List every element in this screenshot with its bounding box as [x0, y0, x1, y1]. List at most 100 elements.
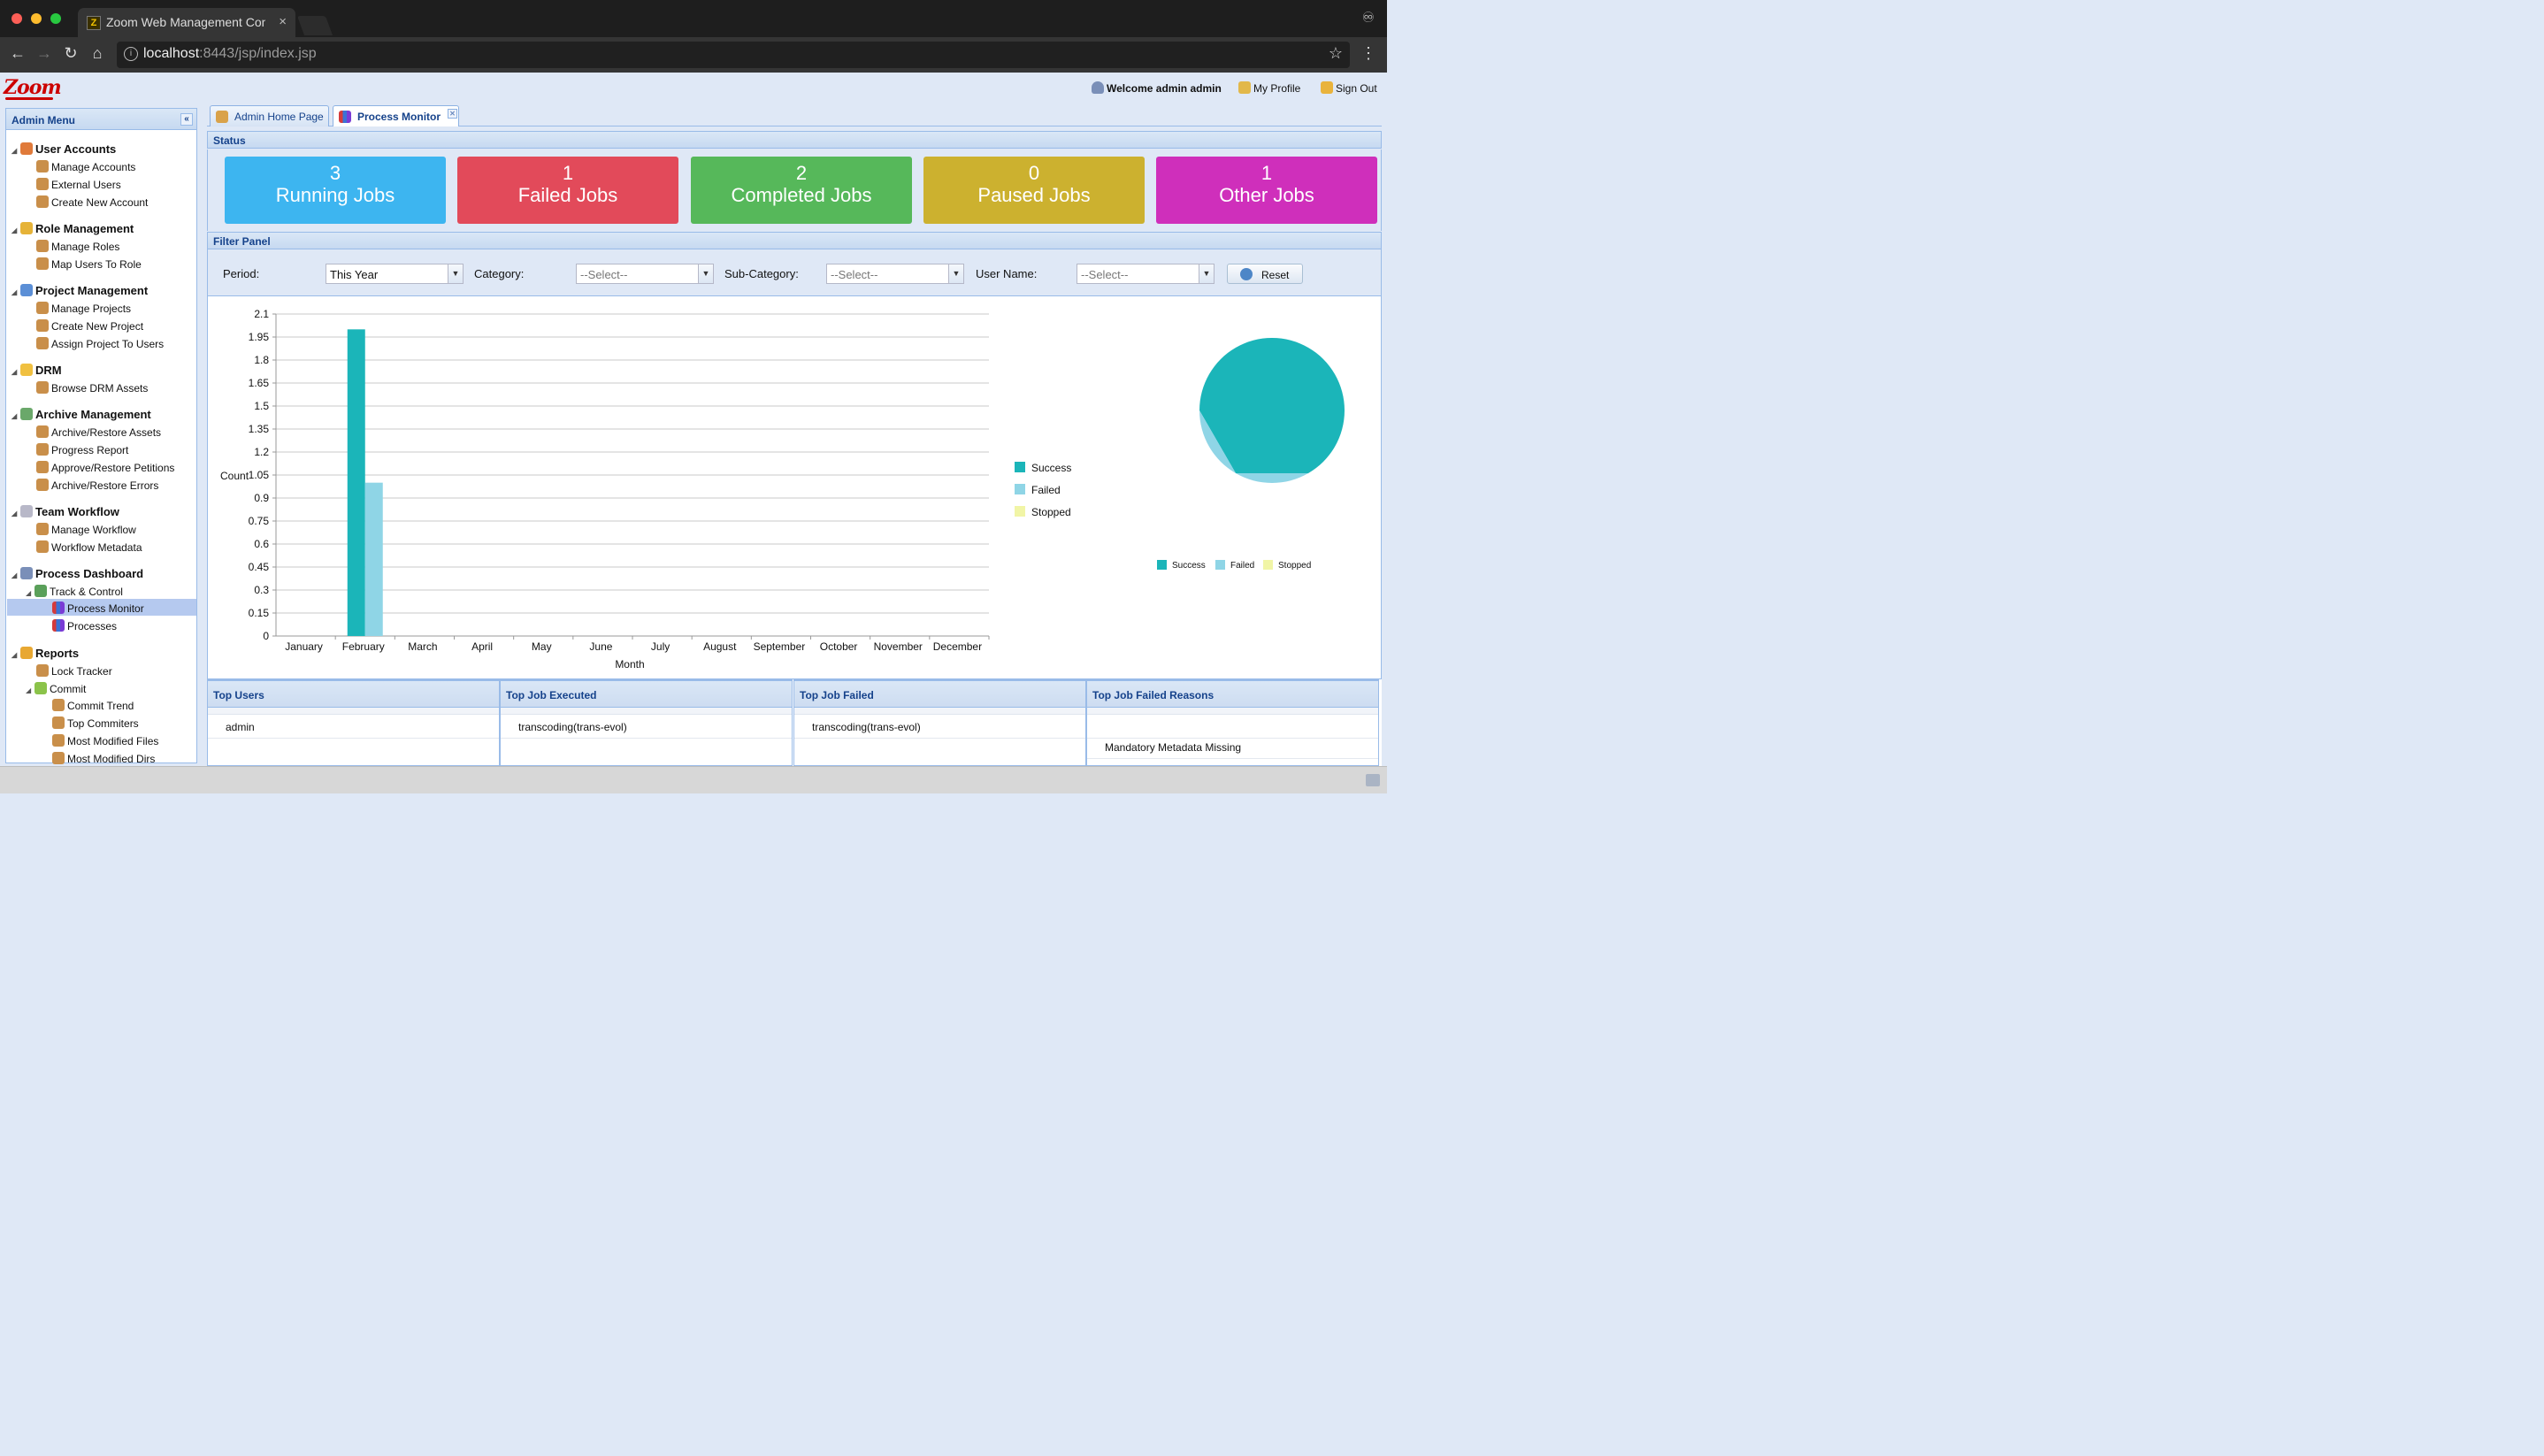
expand-arrow-icon[interactable]: ◢: [11, 142, 20, 160]
status-card-other-jobs[interactable]: 1 Other Jobs: [1156, 157, 1377, 224]
sidebar-item-most-modified-files[interactable]: Most Modified Files: [52, 732, 158, 750]
expand-arrow-icon[interactable]: ◢: [26, 682, 34, 700]
tab-admin-home-page[interactable]: Admin Home Page: [210, 105, 329, 126]
y-tick-label: 1.8: [254, 354, 269, 366]
grid-header[interactable]: Top Job Executed: [501, 681, 792, 708]
sidebar-item-manage-workflow[interactable]: Manage Workflow: [36, 521, 136, 539]
sidebar-item-commit-trend[interactable]: Commit Trend: [52, 697, 134, 715]
grid-header[interactable]: Top Job Failed: [794, 681, 1085, 708]
sidebar-item-create-new-account[interactable]: Create New Account: [36, 194, 148, 211]
sidebar-item-processes[interactable]: Processes: [52, 617, 117, 635]
collapse-menu-button[interactable]: «: [180, 113, 193, 126]
sidebar-item-archive-restore-assets[interactable]: Archive/Restore Assets: [36, 424, 161, 441]
new-tab-button[interactable]: [296, 16, 333, 35]
status-card-count: 3: [329, 162, 341, 184]
status-card-completed-jobs[interactable]: 2 Completed Jobs: [691, 157, 912, 224]
chevron-down-icon[interactable]: ▼: [698, 264, 713, 283]
grid-header[interactable]: Top Job Failed Reasons: [1087, 681, 1378, 708]
y-axis-label: Count: [220, 470, 249, 482]
home-icon[interactable]: ⌂: [87, 44, 108, 63]
maximize-window-button[interactable]: [50, 13, 61, 24]
menu-item-icon: [36, 443, 49, 456]
sidebar-group-process-dashboard[interactable]: ◢ Process Dashboard: [11, 565, 143, 583]
sidebar-group-role-management[interactable]: ◢ Role Management: [11, 220, 134, 238]
status-card-running-jobs[interactable]: 3 Running Jobs: [225, 157, 446, 224]
chevron-down-icon[interactable]: ▼: [948, 264, 963, 283]
site-info-icon[interactable]: i: [124, 47, 138, 61]
period-select[interactable]: This Year ▼: [326, 264, 464, 284]
expand-arrow-icon[interactable]: ◢: [11, 364, 20, 381]
grid-cell[interactable]: transcoding(trans-evol): [518, 721, 627, 733]
bar-success-february: [347, 329, 365, 636]
tab-process-monitor[interactable]: Process Monitor ✕: [333, 105, 459, 126]
close-tab-icon[interactable]: ×: [279, 14, 287, 29]
subcategory-select[interactable]: --Select-- ▼: [826, 264, 964, 284]
minimize-window-button[interactable]: [31, 13, 42, 24]
sidebar-item-manage-accounts[interactable]: Manage Accounts: [36, 158, 135, 176]
expand-arrow-icon[interactable]: ◢: [11, 222, 20, 240]
status-card-paused-jobs[interactable]: 0 Paused Jobs: [923, 157, 1145, 224]
my-profile-link[interactable]: My Profile: [1238, 81, 1300, 95]
sidebar-item-manage-projects[interactable]: Manage Projects: [36, 300, 131, 318]
sidebar-item-track-control[interactable]: ◢ Track & Control: [26, 583, 123, 601]
sidebar-item-manage-roles[interactable]: Manage Roles: [36, 238, 119, 256]
reports-icon: [20, 647, 33, 659]
zoom-favicon-icon: Z: [87, 16, 101, 30]
x-tick-label: November: [874, 640, 923, 653]
sidebar-item-commit[interactable]: ◢ Commit: [26, 680, 86, 698]
chevron-down-icon[interactable]: ▼: [1199, 264, 1214, 283]
sign-out-link[interactable]: Sign Out: [1321, 81, 1377, 95]
url-field[interactable]: i localhost:8443/jsp/index.jsp ☆: [117, 42, 1350, 68]
grid-cell[interactable]: Mandatory Metadata Missing: [1105, 741, 1241, 754]
sidebar-item-create-new-project[interactable]: Create New Project: [36, 318, 143, 335]
status-card-label: Paused Jobs: [977, 184, 1091, 206]
chevron-down-icon[interactable]: ▼: [448, 264, 463, 283]
x-tick-label: August: [703, 640, 737, 653]
sidebar-group-project-management[interactable]: ◢ Project Management: [11, 282, 148, 300]
sidebar-item-map-users-to-role[interactable]: Map Users To Role: [36, 256, 142, 273]
menu-item-icon: [36, 240, 49, 252]
sidebar-group-reports[interactable]: ◢ Reports: [11, 645, 79, 663]
sidebar-item-most-modified-dirs[interactable]: Most Modified Dirs: [52, 750, 155, 768]
grid-header[interactable]: Top Users: [208, 681, 499, 708]
sidebar-item-external-users[interactable]: External Users: [36, 176, 121, 194]
sidebar-item-workflow-metadata[interactable]: Workflow Metadata: [36, 539, 142, 556]
reload-icon[interactable]: ↻: [60, 44, 81, 63]
browser-menu-icon[interactable]: ⋮: [1360, 44, 1376, 63]
summary-grids: Top Users admin Top Job Executed transcodin…: [207, 679, 1382, 766]
expand-arrow-icon[interactable]: ◢: [11, 284, 20, 302]
back-arrow-icon[interactable]: ←: [7, 44, 28, 63]
browser-tab[interactable]: Z Zoom Web Management Console ×: [78, 8, 295, 37]
tree-node-icon: [34, 682, 47, 694]
forward-arrow-icon[interactable]: →: [34, 44, 55, 63]
sidebar-item-assign-project-to-users[interactable]: Assign Project To Users: [36, 335, 164, 353]
expand-arrow-icon[interactable]: ◢: [11, 505, 20, 523]
expand-arrow-icon[interactable]: ◢: [11, 408, 20, 425]
sidebar-group-team-workflow[interactable]: ◢ Team Workflow: [11, 503, 119, 521]
refresh-icon: [1240, 268, 1253, 280]
grid-top-job-executed: Top Job Executed transcoding(trans-evol): [500, 679, 793, 766]
expand-arrow-icon[interactable]: ◢: [26, 585, 34, 602]
grid-cell[interactable]: transcoding(trans-evol): [812, 721, 921, 733]
sidebar-item-process-monitor[interactable]: Process Monitor: [52, 600, 144, 617]
sidebar-item-progress-report[interactable]: Progress Report: [36, 441, 128, 459]
expand-arrow-icon[interactable]: ◢: [11, 567, 20, 585]
status-card-label: Other Jobs: [1219, 184, 1314, 206]
sidebar-item-archive-restore-errors[interactable]: Archive/Restore Errors: [36, 477, 158, 494]
sidebar-group-archive-management[interactable]: ◢ Archive Management: [11, 406, 151, 424]
close-tab-icon[interactable]: ✕: [448, 109, 457, 119]
sidebar-group-drm[interactable]: ◢ DRM: [11, 362, 62, 379]
grid-cell[interactable]: admin: [226, 721, 255, 733]
username-select[interactable]: --Select-- ▼: [1077, 264, 1215, 284]
sidebar-item-lock-tracker[interactable]: Lock Tracker: [36, 663, 112, 680]
reset-button[interactable]: Reset: [1227, 264, 1303, 284]
sidebar-item-approve-restore-petitions[interactable]: Approve/Restore Petitions: [36, 459, 174, 477]
status-card-failed-jobs[interactable]: 1 Failed Jobs: [457, 157, 678, 224]
bookmark-star-icon[interactable]: ☆: [1329, 44, 1343, 63]
sidebar-item-top-commiters[interactable]: Top Commiters: [52, 715, 139, 732]
close-window-button[interactable]: [11, 13, 22, 24]
sidebar-group-user-accounts[interactable]: ◢ User Accounts: [11, 141, 116, 158]
expand-arrow-icon[interactable]: ◢: [11, 647, 20, 664]
category-select[interactable]: --Select-- ▼: [576, 264, 714, 284]
sidebar-item-browse-drm-assets[interactable]: Browse DRM Assets: [36, 379, 148, 397]
